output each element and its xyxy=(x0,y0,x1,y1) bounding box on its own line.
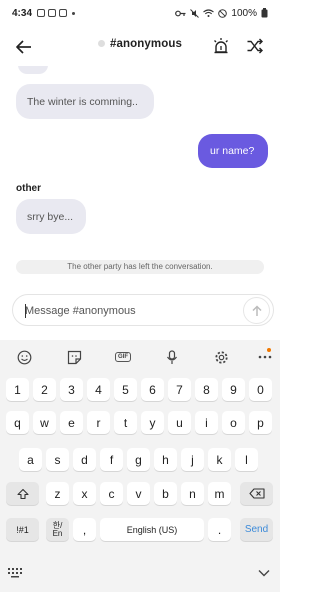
key-8[interactable]: 8 xyxy=(195,378,218,401)
key-w[interactable]: w xyxy=(33,411,56,434)
key-o[interactable]: o xyxy=(222,411,245,434)
key-u[interactable]: u xyxy=(168,411,191,434)
gif-label: GIF xyxy=(115,352,131,362)
instagram-icon xyxy=(59,9,68,17)
system-notice: The other party has left the conversatio… xyxy=(16,260,264,274)
settings-icon[interactable] xyxy=(212,348,230,366)
key-4[interactable]: 4 xyxy=(87,378,110,401)
language-key[interactable]: 한/ En xyxy=(46,518,69,541)
message-text: The winter is comming.. xyxy=(27,95,138,108)
space-key[interactable]: English (US) xyxy=(100,518,204,541)
key-7[interactable]: 7 xyxy=(168,378,191,401)
message-bubble-outgoing[interactable]: ur name? xyxy=(198,134,268,168)
key-2[interactable]: 2 xyxy=(33,378,56,401)
send-message-button[interactable] xyxy=(243,297,270,324)
arrow-up-icon xyxy=(251,304,262,316)
message-bubble-incoming[interactable]: srry bye... xyxy=(16,199,86,234)
key-a[interactable]: a xyxy=(19,448,42,471)
key-h[interactable]: h xyxy=(154,448,177,471)
keyboard: GIF 1 2 3 4 5 6 7 8 9 0 q w e r t y u i … xyxy=(0,340,280,592)
message-text: srry bye... xyxy=(27,210,74,223)
key-e[interactable]: e xyxy=(60,411,83,434)
do-not-disturb-icon xyxy=(218,8,228,18)
comma-key[interactable]: , xyxy=(73,518,96,541)
key-t[interactable]: t xyxy=(114,411,137,434)
backspace-icon xyxy=(248,488,265,499)
backspace-key[interactable] xyxy=(240,482,273,505)
navigation-bar xyxy=(0,562,280,592)
shift-key[interactable] xyxy=(6,482,39,505)
sticker-icon[interactable] xyxy=(65,348,83,366)
key-n[interactable]: n xyxy=(181,482,204,505)
status-bar: 4:34 100% xyxy=(0,0,280,26)
language-label-bottom: En xyxy=(52,528,63,538)
shift-icon xyxy=(16,488,29,499)
key-9[interactable]: 9 xyxy=(222,378,245,401)
notification-icons xyxy=(37,9,76,17)
status-time: 4:34 xyxy=(12,7,33,19)
key-s[interactable]: s xyxy=(46,448,69,471)
message-list[interactable]: The winter is comming.. ur name? other s… xyxy=(0,66,280,290)
battery-icon xyxy=(261,8,268,18)
key-j[interactable]: j xyxy=(181,448,204,471)
key-g[interactable]: g xyxy=(127,448,150,471)
mute-icon xyxy=(190,8,200,18)
alarm-icon[interactable] xyxy=(212,37,230,55)
key-5[interactable]: 5 xyxy=(114,378,137,401)
key-b[interactable]: b xyxy=(154,482,177,505)
key-v[interactable]: v xyxy=(127,482,150,505)
gif-icon[interactable]: GIF xyxy=(114,348,132,366)
key-l[interactable]: l xyxy=(235,448,258,471)
battery-percent: 100% xyxy=(231,7,257,19)
key-1[interactable]: 1 xyxy=(6,378,29,401)
key-y[interactable]: y xyxy=(141,411,164,434)
chat-header: #anonymous xyxy=(0,28,280,66)
keyboard-grid-icon[interactable] xyxy=(8,568,22,578)
key-r[interactable]: r xyxy=(87,411,110,434)
message-text: ur name? xyxy=(210,145,255,157)
period-key[interactable]: . xyxy=(208,518,231,541)
key-z[interactable]: z xyxy=(46,482,69,505)
wifi-icon xyxy=(203,9,215,17)
notification-dot xyxy=(267,348,271,352)
key-q[interactable]: q xyxy=(6,411,29,434)
chat-title: #anonymous xyxy=(0,38,280,50)
key-3[interactable]: 3 xyxy=(60,378,83,401)
chat-title-text: #anonymous xyxy=(110,38,182,50)
more-icon[interactable] xyxy=(256,348,274,366)
shuffle-icon[interactable] xyxy=(246,37,264,55)
key-c[interactable]: c xyxy=(100,482,123,505)
more-notifications-icon xyxy=(72,11,76,15)
message-composer xyxy=(12,294,274,326)
online-status-dot xyxy=(98,40,106,47)
key-d[interactable]: d xyxy=(73,448,96,471)
send-key[interactable]: Send xyxy=(240,518,273,541)
key-x[interactable]: x xyxy=(73,482,96,505)
mic-icon[interactable] xyxy=(163,348,181,366)
key-m[interactable]: m xyxy=(208,482,231,505)
symbols-key[interactable]: !#1 xyxy=(6,518,39,541)
key-k[interactable]: k xyxy=(208,448,231,471)
message-input[interactable] xyxy=(25,302,235,320)
gallery-icon xyxy=(37,9,46,17)
key-6[interactable]: 6 xyxy=(141,378,164,401)
text-cursor xyxy=(25,304,26,318)
key-f[interactable]: f xyxy=(100,448,123,471)
sender-name: other xyxy=(16,183,41,194)
key-icon xyxy=(175,10,186,16)
key-i[interactable]: i xyxy=(195,411,218,434)
key-p[interactable]: p xyxy=(249,411,272,434)
keyboard-toolbar: GIF xyxy=(0,340,280,374)
emoji-icon[interactable] xyxy=(15,348,33,366)
message-bubble-partial xyxy=(18,66,48,74)
key-0[interactable]: 0 xyxy=(249,378,272,401)
chevron-down-icon[interactable] xyxy=(258,569,270,577)
message-bubble-incoming[interactable]: The winter is comming.. xyxy=(16,84,154,119)
instagram-icon xyxy=(48,9,57,17)
